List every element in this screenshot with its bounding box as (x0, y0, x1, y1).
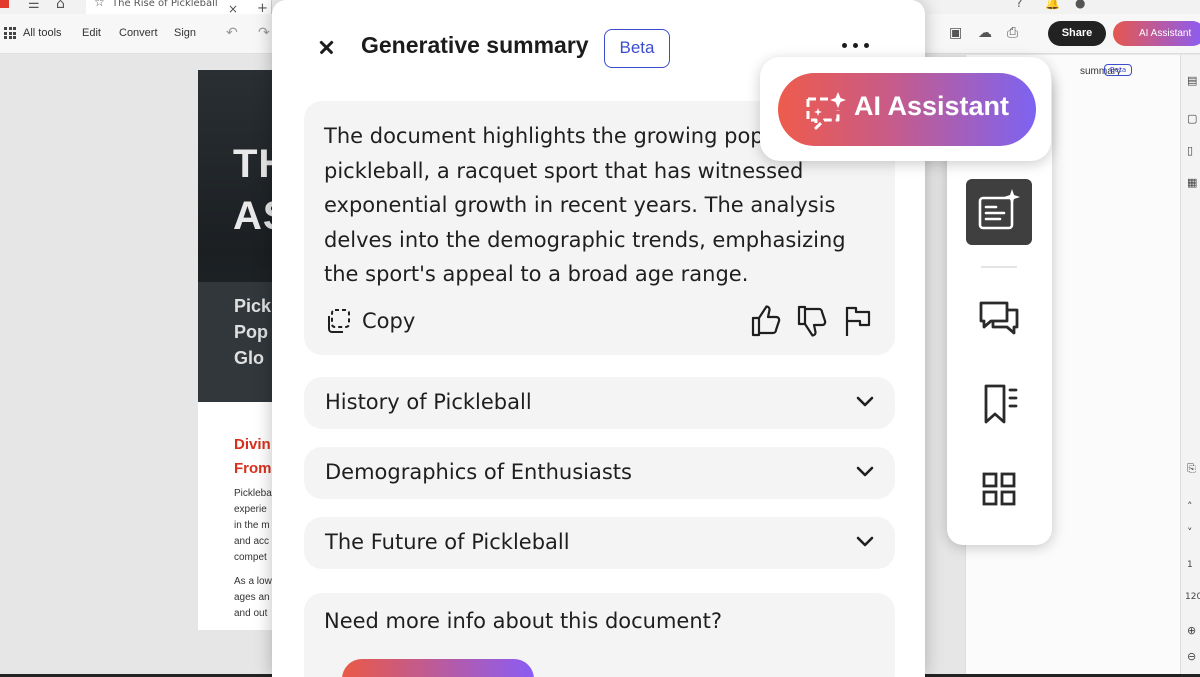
zoom-in-icon[interactable]: ⊕ (1187, 624, 1196, 637)
more-options-icon[interactable] (840, 43, 872, 51)
close-icon[interactable] (316, 36, 338, 58)
more-info-card: Need more info about this document? (304, 593, 895, 677)
bookmarks-icon[interactable] (975, 380, 1023, 428)
page-thumbnails-icon[interactable] (975, 465, 1023, 513)
all-tools-icon[interactable] (4, 27, 16, 39)
chevron-down-icon (856, 466, 874, 477)
cloud-upload-icon[interactable]: ☁ (978, 25, 992, 41)
hero-sub-line-3: Glo (234, 348, 264, 368)
app-logo-icon (0, 0, 9, 8)
section-label: The Future of Pickleball (325, 530, 570, 554)
help-icon[interactable]: ? (1016, 0, 1022, 10)
doc-paragraph: Pickleba experie in the m and acc compet… (234, 488, 272, 619)
thumbs-up-icon[interactable] (750, 304, 782, 338)
section-future[interactable]: The Future of Pickleball (304, 517, 895, 569)
comments-icon[interactable] (975, 295, 1023, 343)
notifications-icon[interactable]: 🔔 (1045, 0, 1060, 10)
convert-button[interactable]: Convert (119, 27, 158, 39)
rail-grid-icon[interactable]: ▦ (1187, 176, 1197, 189)
beta-badge: Beta (604, 29, 670, 68)
ask-ai-assistant-button[interactable] (342, 659, 534, 677)
all-tools-button[interactable]: All tools (23, 27, 62, 39)
rail-comment-icon[interactable]: ▢ (1187, 112, 1197, 125)
section-label: History of Pickleball (325, 390, 532, 414)
tab-title: The Rise of Pickleball (112, 0, 218, 9)
zoom-level[interactable]: 120 (1185, 592, 1200, 602)
menu-icon[interactable]: ☰ (28, 0, 40, 12)
copy-button[interactable]: Copy (324, 305, 415, 337)
ai-sparkle-chat-icon (806, 92, 846, 130)
print-icon[interactable]: ⎙ (1007, 25, 1018, 41)
redo-icon[interactable]: ↷ (258, 25, 270, 41)
tab-document[interactable]: ☆ The Rise of Pickleball (86, 0, 272, 14)
ai-assistant-toolbar-button[interactable]: AI Assistant (1113, 21, 1200, 46)
more-info-label: Need more info about this document? (324, 609, 723, 633)
chevron-down-icon (856, 536, 874, 547)
copy-label: Copy (362, 309, 416, 333)
zoom-out-icon[interactable]: ⊖ (1187, 650, 1196, 663)
rail-summary-icon[interactable]: ▤ (1187, 74, 1197, 87)
section-demographics[interactable]: Demographics of Enthusiasts (304, 447, 895, 499)
ai-assistant-label: AI Assistant (854, 91, 1010, 121)
document-page: TH AS Pick Pop Glo Divin From Pickleba e… (198, 70, 278, 630)
flag-icon[interactable] (842, 304, 874, 338)
ai-assistant-popup: AI Assistant (760, 57, 1051, 161)
generative-summary-tool-button[interactable] (966, 179, 1032, 245)
avatar[interactable]: ● (1075, 0, 1085, 10)
page-up-icon[interactable]: ˄ (1187, 500, 1193, 513)
side-panel-beta-badge: Beta (1104, 64, 1133, 76)
hero-sub-line-1: Pick (234, 296, 272, 316)
rail-divider (981, 266, 1017, 268)
generative-summary-icon (978, 189, 1020, 230)
page-number[interactable]: 1 (1187, 560, 1193, 570)
document-hero-image: TH AS Pick Pop Glo (198, 70, 278, 402)
copy-icon (328, 309, 350, 333)
save-icon[interactable]: ▣ (949, 25, 962, 41)
edit-button[interactable]: Edit (82, 27, 101, 39)
rail-bookmark-icon[interactable]: ▯ (1187, 144, 1193, 157)
chevron-down-icon (856, 396, 874, 407)
section-label: Demographics of Enthusiasts (325, 460, 632, 484)
thumbs-down-icon[interactable] (796, 304, 828, 338)
feedback-icons (750, 304, 880, 340)
panel-title: Generative summary (361, 32, 589, 58)
section-history[interactable]: History of Pickleball (304, 377, 895, 429)
share-button[interactable]: Share (1048, 21, 1106, 46)
doc-heading-line-1: Divin (234, 436, 271, 453)
rail-export-icon[interactable]: ⎘ (1187, 462, 1196, 476)
star-icon[interactable]: ☆ (94, 0, 105, 9)
hero-sub-line-2: Pop (234, 322, 268, 342)
doc-heading-line-2: From (234, 460, 272, 477)
undo-icon[interactable]: ↶ (226, 25, 238, 41)
home-icon[interactable]: ⌂ (56, 0, 65, 12)
sign-button[interactable]: Sign (174, 27, 196, 39)
ai-assistant-button[interactable]: AI Assistant (778, 73, 1036, 146)
page-down-icon[interactable]: ˅ (1187, 526, 1193, 539)
